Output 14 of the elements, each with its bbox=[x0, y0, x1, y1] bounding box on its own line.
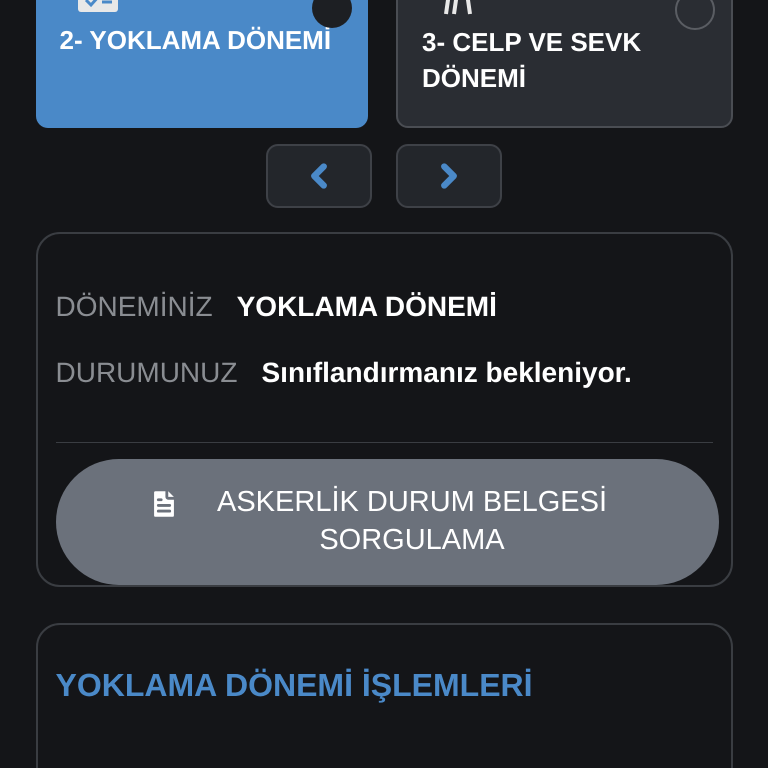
document-query-button[interactable]: ASKERLİK DURUM BELGESİ SORGULAMA bbox=[56, 459, 718, 585]
previous-button[interactable] bbox=[266, 144, 372, 208]
field-value: Sınıflandırmanız bekleniyor. bbox=[261, 356, 632, 390]
step-indicator-icon bbox=[674, 0, 714, 30]
period-title: 2- YOKLAMA DÖNEMİ bbox=[60, 24, 332, 57]
section-title: YOKLAMA DÖNEMİ İŞLEMLERİ bbox=[56, 667, 533, 703]
period-card[interactable]: 2- YOKLAMA DÖNEMİ bbox=[36, 0, 368, 128]
next-button[interactable] bbox=[396, 144, 502, 208]
field-label: DURUMUNUZ bbox=[56, 356, 238, 390]
period-card[interactable]: 3- CELP VE SEVK DÖNEMİ bbox=[396, 0, 732, 128]
field-value: YOKLAMA DÖNEMİ bbox=[236, 290, 497, 324]
period-title: 3- CELP VE SEVK DÖNEMİ bbox=[422, 26, 642, 95]
field-label: DÖNEMİNİZ bbox=[56, 290, 213, 324]
step-indicator-icon bbox=[312, 0, 352, 28]
